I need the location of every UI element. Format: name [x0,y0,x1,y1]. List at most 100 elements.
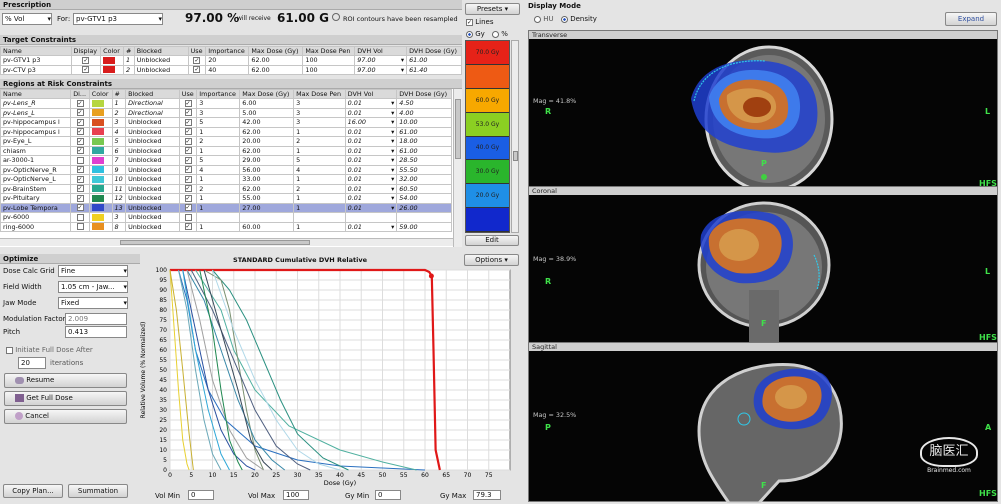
use-checkbox[interactable]: ✓ [178,164,198,175]
dvh-vol-field[interactable]: 0.01 ▾ [344,193,398,204]
dvh-dose-field[interactable]: 60.50 [396,183,452,194]
column-header[interactable]: Max Dose (Gy) [239,89,295,99]
isodose-band[interactable]: 70.0 Gy [466,41,509,65]
density-radio[interactable]: Density [561,15,597,23]
presets-button[interactable]: Presets ▾ [465,3,520,15]
blocked-select[interactable]: Unblocked [125,136,180,147]
use-checkbox[interactable]: ✓ [178,183,198,194]
oar-vertical-scrollbar[interactable] [453,89,462,247]
column-header[interactable]: Importance [196,89,241,99]
display-checkbox[interactable]: ✓ [70,183,90,194]
blocked-select[interactable]: Unblocked [125,155,180,166]
importance-field[interactable]: 1 [196,193,241,204]
max-dose-pen-field[interactable]: 3 [293,98,346,109]
max-dose-pen-field[interactable] [293,212,346,223]
dvh-vol-field[interactable]: 0.01 ▾ [344,174,398,185]
column-header[interactable]: Max Dose Pen [302,46,356,56]
roi-name[interactable]: pv-GTV1 p3 [0,55,72,66]
max-dose-field[interactable]: 62.00 [239,126,295,137]
display-checkbox[interactable]: ✓ [70,64,102,75]
roi-name[interactable]: pv-Lens_L [0,107,72,118]
dvh-dose-field[interactable]: 4.50 [396,98,452,109]
dvh-dose-field[interactable]: 26.00 [396,202,452,213]
gy-max-field[interactable]: 79.3 [473,490,501,500]
iterations-field[interactable]: 20 [18,357,46,369]
max-dose-pen-field[interactable]: 1 [293,126,346,137]
isodose-band[interactable]: 40.0 Gy [466,136,509,161]
importance-field[interactable]: 5 [196,117,241,128]
importance-field[interactable]: 2 [196,183,241,194]
column-header[interactable]: # [111,89,127,99]
column-header[interactable]: Max Dose Pen [293,89,346,99]
display-checkbox[interactable]: ✓ [70,145,90,156]
get-full-dose-button[interactable]: Get Full Dose [4,391,127,406]
display-checkbox[interactable]: ✓ [70,193,90,204]
color-swatch[interactable] [88,183,113,194]
roi-name[interactable]: pv-hippocampus l [0,126,72,137]
importance-field[interactable]: 1 [196,145,241,156]
dvh-dose-field[interactable]: 4.00 [396,107,452,118]
lines-checkbox[interactable]: ✓ Lines [466,18,493,26]
display-checkbox[interactable]: ✓ [70,164,90,175]
dvh-vol-field[interactable]: 0.01 ▾ [344,145,398,156]
max-dose-field[interactable]: 60.00 [239,221,295,232]
table-row[interactable]: pv-Lobe Tempora ✓ 13 Unblocked ✓ 1 27.00 1 0.01 ▾… [0,202,452,213]
use-checkbox[interactable]: ✓ [178,145,198,156]
color-swatch[interactable] [88,126,113,137]
roi-name[interactable]: pv-Lobe Tempora [0,202,72,213]
importance-field[interactable]: 3 [196,107,241,118]
table-row[interactable]: pv-BrainStem ✓ 11 Unblocked ✓ 2 62.00 2 0.01 ▾ 60.… [0,183,452,194]
column-header[interactable]: Color [88,89,113,99]
display-checkbox[interactable] [70,155,90,166]
color-swatch[interactable] [88,221,113,232]
column-header[interactable]: DVH Vol [354,46,408,56]
max-dose-pen-field[interactable]: 3 [293,117,346,128]
display-checkbox[interactable]: ✓ [70,126,90,137]
color-swatch[interactable] [88,98,113,109]
blocked-select[interactable]: Unblocked [125,212,180,223]
blocked-select[interactable]: Unblocked [125,174,180,185]
importance-field[interactable]: 4 [196,164,241,175]
table-row[interactable]: pv-hippocampus l ✓ 3 Unblocked ✓ 5 42.00 3 16.00… [0,117,452,128]
use-checkbox[interactable]: ✓ [178,98,198,109]
importance-field[interactable]: 40 [205,64,250,75]
blocked-select[interactable]: Unblocked [125,202,180,213]
max-dose-field[interactable]: 27.00 [239,202,295,213]
table-row[interactable]: pv-6000 3 Unblocked [0,212,452,223]
dvh-vol-field[interactable]: 97.00 ▾ [354,55,408,66]
coronal-view[interactable]: Coronal Mag = 38.9% R L F HFS [528,186,998,346]
roi-name[interactable]: pv-hippocampus l [0,117,72,128]
dvh-vol-field[interactable] [344,212,398,223]
column-header[interactable]: Color [100,46,124,56]
column-header[interactable]: DVH Dose (Gy) [396,89,452,99]
blocked-select[interactable]: Unblocked [125,126,180,137]
table-row[interactable]: ring-6000 8 Unblocked ✓ 1 60.00 1 0.01 ▾ 59.00 [0,221,452,232]
importance-field[interactable]: 1 [196,221,241,232]
isodose-band[interactable]: 20.0 Gy [466,184,509,209]
blocked-select[interactable]: Directional [125,107,180,118]
target-select[interactable]: pv-GTV1 p3 ▾ [73,13,163,25]
importance-field[interactable]: 1 [196,202,241,213]
dvh-vol-field[interactable]: 0.01 ▾ [344,164,398,175]
use-checkbox[interactable]: ✓ [178,107,198,118]
optimize-field-select[interactable]: 1.05 cm - Jaw... ▾ [58,281,128,293]
table-row[interactable]: pv-Eye_L ✓ 5 Unblocked ✓ 2 20.00 2 0.01 ▾ 18.00 [0,136,452,147]
importance-field[interactable]: 3 [196,98,241,109]
dvh-dose-field[interactable]: 18.00 [396,136,452,147]
prescription-dose[interactable]: 61.00 G [277,11,329,25]
use-checkbox[interactable]: ✓ [178,221,198,232]
blocked-select[interactable]: Unblocked [133,64,189,75]
dvh-dose-field[interactable]: 32.00 [396,174,452,185]
modulation-factor-field[interactable]: 2.009 [65,313,127,325]
max-dose-field[interactable]: 56.00 [239,164,295,175]
blocked-select[interactable]: Unblocked [125,164,180,175]
dvh-dose-field[interactable]: 61.40 [406,64,462,75]
table-row[interactable]: pv-CTV p3 ✓ 2 Unblocked ✓ 40 62.00 100 97.00 ▾ 61.… [0,64,462,75]
color-swatch[interactable] [88,145,113,156]
dvh-dose-field[interactable]: 61.00 [406,55,462,66]
table-row[interactable]: chiasm ✓ 6 Unblocked ✓ 1 62.00 1 0.01 ▾ 61.00 [0,145,452,156]
table-row[interactable]: pv-Pituitary ✓ 12 Unblocked ✓ 1 55.00 1 0.01 ▾ 54.… [0,193,452,204]
edit-button[interactable]: Edit [465,235,519,246]
max-dose-field[interactable]: 33.00 [239,174,295,185]
cancel-button[interactable]: Cancel [4,409,127,424]
